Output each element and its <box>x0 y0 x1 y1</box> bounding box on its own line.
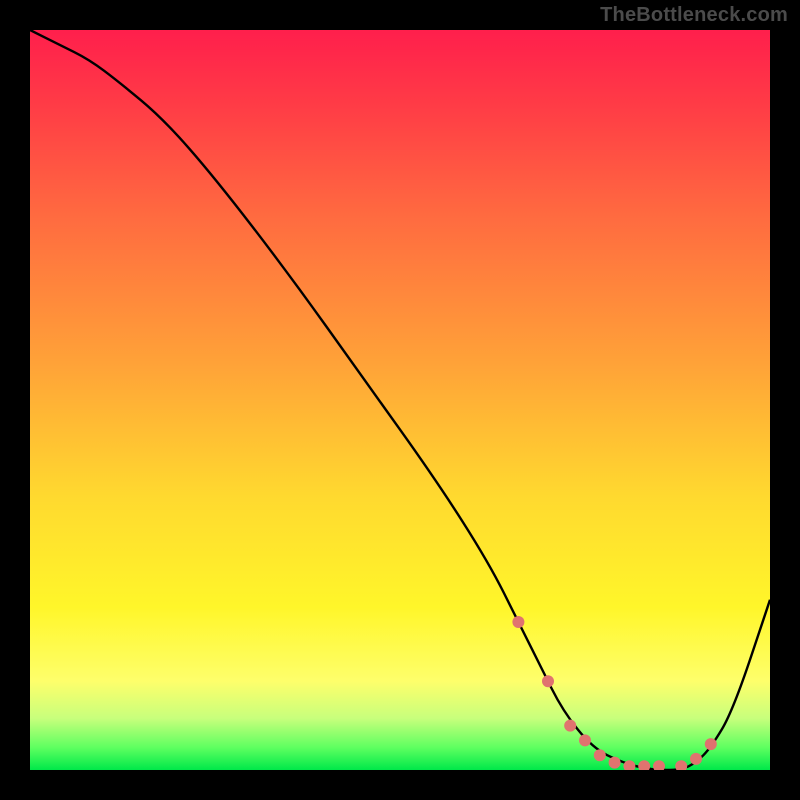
bottleneck-curve <box>30 30 770 770</box>
plot-area <box>30 30 770 770</box>
highlight-dot <box>564 720 576 732</box>
highlight-dot <box>638 760 650 770</box>
highlight-dot <box>542 675 554 687</box>
curve-svg <box>30 30 770 770</box>
highlight-dot <box>512 616 524 628</box>
highlight-dot <box>705 738 717 750</box>
watermark-text: TheBottleneck.com <box>600 4 788 27</box>
highlight-dot <box>653 760 665 770</box>
highlight-dot <box>594 749 606 761</box>
highlight-dot <box>675 760 687 770</box>
highlight-dot <box>690 753 702 765</box>
chart-frame: TheBottleneck.com <box>0 0 800 800</box>
highlight-dot <box>609 757 621 769</box>
highlight-dots <box>512 616 716 770</box>
highlight-dot <box>579 734 591 746</box>
